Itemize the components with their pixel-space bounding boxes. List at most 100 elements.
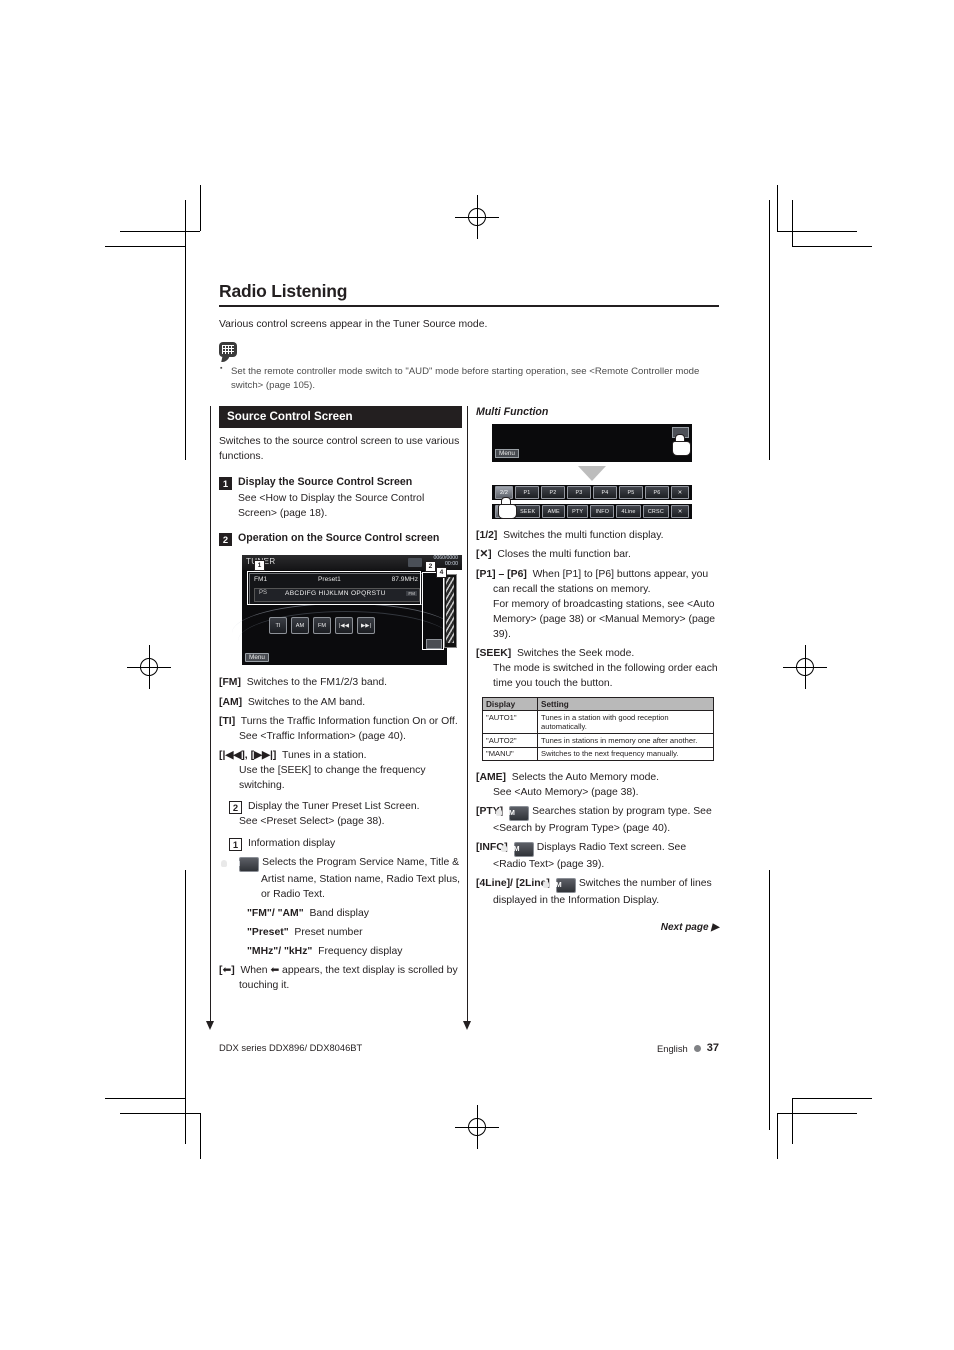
left-column-rule <box>206 406 214 1031</box>
bullet-page-toggle-text: Switches the multi function display. <box>503 530 664 542</box>
bleed-rule-left-lower <box>185 870 186 1130</box>
left-column: Source Control Screen Switches to the so… <box>206 406 462 1031</box>
numbered-1: 1 Information display <box>229 837 462 852</box>
manual-page: Radio Listening Various control screens … <box>0 0 954 1350</box>
information-display-items: FM Selects the Program Service Name, Tit… <box>221 855 462 959</box>
note-item: Set the remote controller mode switch to… <box>219 364 719 394</box>
source-control-screen-image: TUNER 0060/0000 00:00 FM1 Preset1 87.9MH… <box>232 555 462 666</box>
numbered-2: 2 Display the Tuner Preset List Screen. <box>229 800 462 815</box>
registration-mark-top <box>455 195 499 239</box>
left-bullet-list: [FM] Switches to the FM1/2/3 band. [AM] … <box>219 675 462 793</box>
info-item-preset-key: "Preset" <box>247 927 289 939</box>
info-item-frequency: "MHz"/ "kHz" Frequency display <box>239 944 462 959</box>
bullet-presets: [P1] – [P6] When [P1] to [P6] buttons ap… <box>476 567 719 597</box>
crop-mark-bottom-left <box>105 1098 205 1159</box>
footer-page-number: 37 <box>706 1042 719 1054</box>
right-bullet-list-2: [AME] Selects the Auto Memory mode. See … <box>476 770 719 908</box>
step-2: 2 Operation on the Source Control screen <box>219 532 462 547</box>
bullet-tune: [|◀◀], [▶▶|] Tunes in a station. <box>219 748 462 763</box>
scroll-left-icon: ⬅ <box>222 965 232 977</box>
fm-badge-icon-pty: FM <box>495 806 530 821</box>
mf-button-p1: P1 <box>515 486 539 500</box>
step-1-number: 1 <box>219 476 232 490</box>
mf-button-pty: PTY <box>566 505 589 519</box>
step-2-title: Operation on the Source Control screen <box>238 532 440 545</box>
multi-function-title: Multi Function <box>476 406 549 419</box>
mf-button-4line: 4Line <box>616 505 641 519</box>
bullet-close-bar-key: [✕] <box>476 549 492 561</box>
down-arrow-icon <box>578 466 606 482</box>
bullet-tune-text: Tunes in a station. <box>282 749 367 761</box>
bullet-seek: [SEEK] Switches the Seek mode. <box>476 646 719 661</box>
step-2-number: 2 <box>219 533 232 547</box>
table-header-row: Display Setting <box>482 697 714 712</box>
step-1-title: Display the Source Control Screen <box>238 475 413 488</box>
section-body-source-control: Switches to the source control screen to… <box>219 436 460 463</box>
table-header-display: Display <box>482 697 538 712</box>
mf-button-p2: P2 <box>541 486 565 500</box>
hand-pointer-icon-bottom <box>498 497 518 520</box>
bullet-close-bar: [✕] Closes the multi function bar. <box>476 547 719 562</box>
mf-button-seek: SEEK <box>515 505 541 519</box>
scroll-note-block: [⬅] When ⬅ appears, the text display is … <box>219 963 462 993</box>
bullet-presets-cont: For memory of broadcasting stations, see… <box>493 598 716 640</box>
info-item-badge-text: Selects the Program Service Name, Title … <box>261 857 461 901</box>
multi-function-top-bar: Menu <box>492 424 692 463</box>
table-row: "AUTO1" Tunes in a station with good rec… <box>482 710 714 735</box>
crop-mark-top-right <box>749 185 872 247</box>
device-preset-list-strip <box>444 574 457 649</box>
mf-close-icon-page1: ✕ <box>671 505 690 519</box>
device-key-row: TI AM FM |◀◀ ▶▶| <box>269 617 375 635</box>
bullet-am-text: Switches to the AM band. <box>247 696 366 708</box>
device-status-icon <box>408 558 422 568</box>
mf-menu-button: Menu <box>495 449 519 459</box>
note-list: Set the remote controller mode switch to… <box>219 364 719 394</box>
info-item-band: "FM"/ "AM" Band display <box>239 906 462 921</box>
mf-button-p5: P5 <box>619 486 643 500</box>
bullet-presets-key: [P1] – [P6] <box>476 568 527 580</box>
bullet-info: [INFO] FM Displays Radio Text screen. Se… <box>476 840 719 872</box>
bullet-ame-key: [AME] <box>476 772 507 784</box>
bullet-ame-text: Selects the Auto Memory mode. <box>511 772 660 784</box>
multi-function-image: Menu 2/2 P1 P2 P3 P4 P5 P6 ✕ SEEK AME PT… <box>492 424 692 520</box>
scroll-note: [⬅] When ⬅ appears, the text display is … <box>219 963 462 993</box>
bleed-rule-right <box>769 200 770 460</box>
bullet-lines: [4Line]/ [2Line] FM Switches the number … <box>476 876 719 908</box>
bleed-rule-left <box>185 200 186 460</box>
bullet-fm-text: Switches to the FM1/2/3 band. <box>246 677 388 689</box>
bullet-page-toggle-key: [1/2] <box>476 530 498 542</box>
mf-button-p3: P3 <box>567 486 591 500</box>
bullet-am: [AM] Switches to the AM band. <box>219 695 462 710</box>
bullet-close-bar-text: Closes the multi function bar. <box>497 549 631 561</box>
bullet-seek-cont: The mode is switched in the following or… <box>493 663 718 690</box>
table-cell-display-auto1: "AUTO1" <box>482 710 538 735</box>
table-cell-setting-auto2: Tunes in stations in memory one after an… <box>537 733 714 748</box>
numbered-1-text: Information display <box>248 837 336 849</box>
bullet-ti-key: [TI] <box>219 715 236 727</box>
info-item-band-text: Band display <box>309 908 369 920</box>
device-menu-button: Menu <box>245 653 269 663</box>
numbered-1-number: 1 <box>229 837 242 851</box>
device-key-seek-up: ▶▶| <box>357 617 375 635</box>
title-rule <box>219 305 719 307</box>
device-key-seek-down: |◀◀ <box>335 617 353 635</box>
info-item-preset-text: Preset number <box>294 927 363 939</box>
fm-badge-icon-lines: FM <box>542 877 576 893</box>
registration-mark-right <box>783 645 827 689</box>
next-page-link[interactable]: Next page ▶ <box>476 922 719 933</box>
bullet-page-toggle: [1/2] Switches the multi function displa… <box>476 528 719 543</box>
multi-function-bar-page2: 2/2 P1 P2 P3 P4 P5 P6 ✕ <box>492 485 692 501</box>
bullet-lines-key: [4Line]/ [2Line] <box>476 877 550 889</box>
table-cell-display-auto2: "AUTO2" <box>482 733 538 748</box>
callout-4: 4 <box>436 567 447 579</box>
fm-badge-icon: FM <box>221 857 260 873</box>
bullet-am-key: [AM] <box>219 696 243 708</box>
scroll-note-bracket-close: ] <box>231 965 235 977</box>
callout-box-information <box>247 571 421 606</box>
mf-button-p4: P4 <box>593 486 617 500</box>
table-header-setting: Setting <box>537 697 714 712</box>
bullet-seek-text: Switches the Seek mode. <box>517 647 635 659</box>
mf-button-info: INFO <box>590 505 615 519</box>
bullet-fm: [FM] Switches to the FM1/2/3 band. <box>219 675 462 690</box>
crop-mark-top-left <box>105 185 205 247</box>
